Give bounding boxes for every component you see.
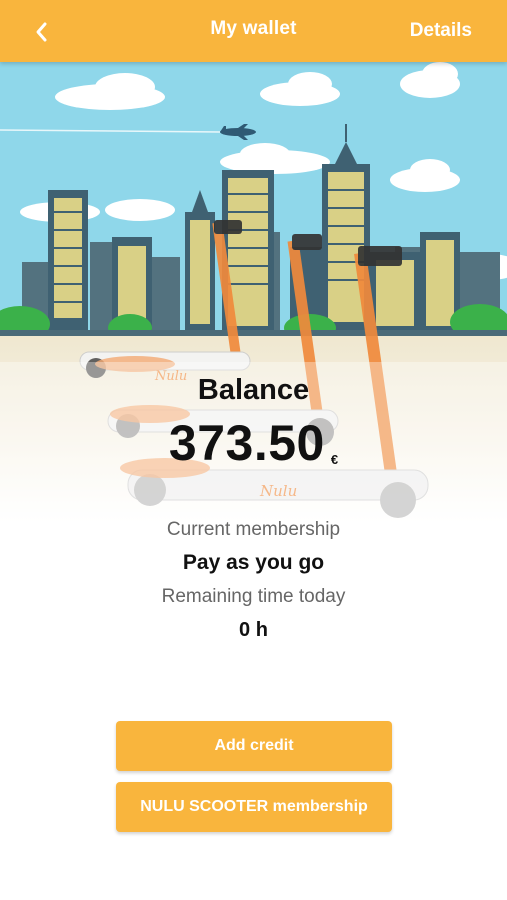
balance-amount-row: 373.50 € (0, 418, 507, 468)
membership-label: Current membership (166, 519, 341, 540)
remaining-time-label: Remaining time today (161, 586, 346, 607)
membership-button[interactable]: NULU SCOOTER membership (116, 782, 392, 832)
balance-amount: 373.50 (168, 415, 325, 471)
add-credit-button[interactable]: Add credit (116, 721, 392, 771)
membership-value: Pay as you go (182, 551, 325, 574)
currency-symbol: € (330, 452, 339, 467)
details-button[interactable]: Details (410, 20, 472, 42)
balance-label: Balance (197, 374, 310, 406)
remaining-time-value: 0 h (239, 619, 268, 641)
app-header: My wallet Details (0, 0, 507, 62)
